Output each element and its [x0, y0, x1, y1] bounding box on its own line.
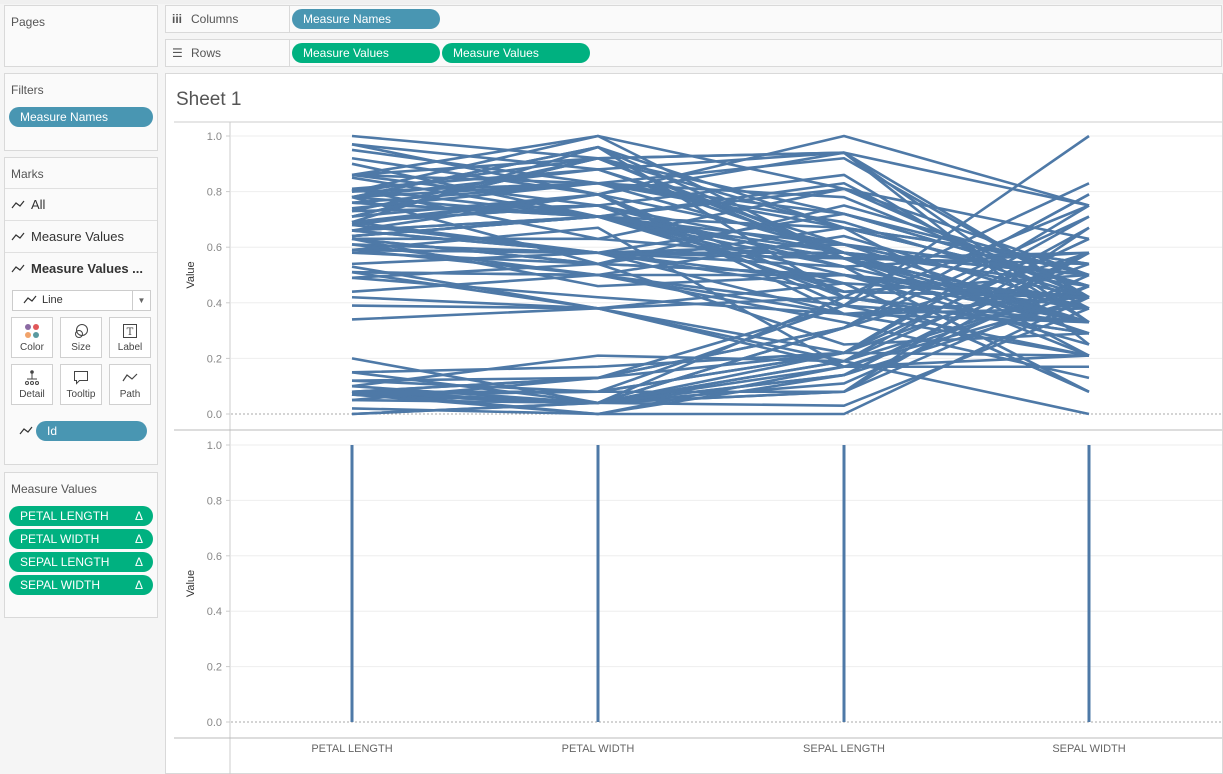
columns-icon: iii	[172, 12, 183, 26]
line-mark-icon	[11, 264, 25, 273]
top-toolbar-strip	[0, 0, 1223, 4]
rows-label: Rows	[191, 46, 222, 60]
marks-card-label: Measure Values ...	[31, 261, 144, 276]
size-button[interactable]: Size	[60, 317, 102, 358]
path-icon	[122, 373, 138, 382]
marks-card-label: Measure Values	[31, 229, 124, 244]
delta-icon: Δ	[134, 555, 143, 569]
svg-text:T: T	[127, 327, 134, 338]
marks-card: Marks All Measure Values Measure Values …	[4, 157, 158, 465]
mark-type-value: Line	[42, 294, 63, 306]
measure-pill-petal-length[interactable]: PETAL LENGTH Δ	[9, 506, 153, 526]
rows-pill-measure-values-2[interactable]: Measure Values	[442, 43, 590, 63]
delta-icon: Δ	[134, 532, 143, 546]
path-pill-id[interactable]: Id	[36, 421, 147, 441]
label-button[interactable]: T Label	[109, 317, 151, 358]
rows-pill-measure-values-1[interactable]: Measure Values	[292, 43, 440, 63]
pill-label: SEPAL WIDTH	[20, 578, 101, 592]
color-button[interactable]: Color	[11, 317, 53, 358]
marks-card-measure-values-2[interactable]: Measure Values ...	[5, 252, 157, 284]
measure-values-card: Measure Values PETAL LENGTH Δ PETAL WIDTH…	[4, 472, 158, 618]
path-field-icon	[19, 426, 33, 435]
detail-button[interactable]: Detail	[11, 364, 53, 405]
marks-card-measure-values[interactable]: Measure Values	[5, 220, 157, 252]
sheet-title: Sheet 1	[176, 89, 242, 110]
filter-pill-measure-names[interactable]: Measure Names	[9, 107, 153, 127]
measure-pill-petal-width[interactable]: PETAL WIDTH Δ	[9, 529, 153, 549]
detail-label: Detail	[19, 389, 45, 400]
line-mark-icon	[23, 295, 37, 304]
rows-icon: ☰	[172, 46, 183, 60]
measure-pill-sepal-width[interactable]: SEPAL WIDTH Δ	[9, 575, 153, 595]
measure-pill-sepal-length[interactable]: SEPAL LENGTH Δ	[9, 552, 153, 572]
marks-card-all[interactable]: All	[5, 188, 157, 220]
detail-icon	[25, 370, 39, 385]
columns-shelf[interactable]: iii Columns Measure Names	[165, 5, 1222, 33]
size-label: Size	[71, 342, 91, 353]
pages-title: Pages	[11, 15, 46, 29]
pill-label: PETAL WIDTH	[20, 532, 100, 546]
text-label-icon: T	[123, 324, 137, 338]
path-button[interactable]: Path	[109, 364, 151, 405]
rows-shelf[interactable]: ☰ Rows Measure Values Measure Values	[165, 39, 1222, 67]
size-icon	[75, 324, 88, 338]
mark-type-dropdown[interactable]: Line ▼	[12, 290, 151, 311]
tooltip-button[interactable]: Tooltip	[60, 364, 102, 405]
color-label: Color	[20, 342, 44, 353]
color-icon	[25, 324, 39, 338]
marks-card-label: All	[31, 197, 46, 212]
filters-card[interactable]: Filters Measure Names	[4, 73, 158, 151]
line-mark-icon	[11, 200, 25, 209]
measure-values-title: Measure Values	[11, 482, 97, 496]
path-label: Path	[119, 389, 141, 400]
label-label: Label	[117, 342, 143, 353]
line-mark-icon	[11, 232, 25, 241]
tooltip-label: Tooltip	[66, 389, 96, 400]
pill-label: SEPAL LENGTH	[20, 555, 110, 569]
delta-icon: Δ	[134, 509, 143, 523]
pill-label: PETAL LENGTH	[20, 509, 109, 523]
marks-title: Marks	[11, 167, 44, 181]
columns-pill-measure-names[interactable]: Measure Names	[292, 9, 440, 29]
sheet-view: Sheet 1	[165, 73, 1223, 774]
delta-icon: Δ	[134, 578, 143, 592]
chevron-down-icon: ▼	[132, 291, 150, 310]
pages-card[interactable]: Pages	[4, 5, 158, 67]
filters-title: Filters	[11, 83, 44, 97]
columns-label: Columns	[191, 12, 239, 26]
tooltip-icon	[74, 371, 88, 385]
